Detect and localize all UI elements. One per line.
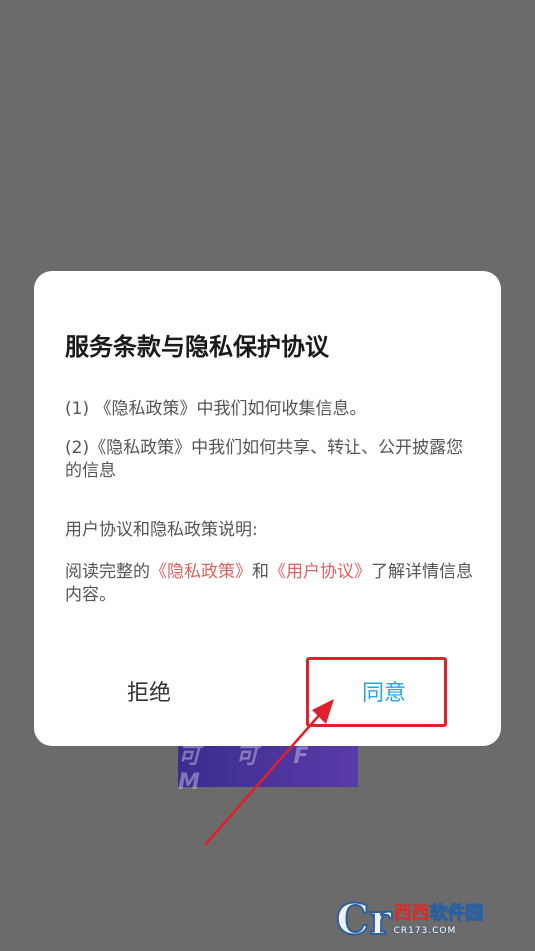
- watermark-logo-letter: Cr: [335, 895, 393, 944]
- site-watermark-logo: Cr 西西软件园 CR173.COM: [335, 895, 518, 944]
- policy-item-1: (1) 《隐私政策》中我们如何收集信息。: [65, 399, 367, 419]
- privacy-agreement-dialog: 服务条款与隐私保护协议 (1) 《隐私政策》中我们如何收集信息。 (2)《隐私政…: [34, 271, 501, 746]
- section-heading: 用户协议和隐私政策说明:: [65, 520, 258, 540]
- and-text: 和: [252, 562, 269, 582]
- policy-item-2: (2)《隐私政策》中我们如何共享、转让、公开披露您的信息: [65, 438, 464, 481]
- watermark-brand-part1: 西西: [393, 902, 430, 924]
- read-instructions: 阅读完整的《隐私政策》和《用户协议》了解详情信息内容。: [65, 561, 475, 607]
- watermark-brand-part2: 软件园: [429, 902, 484, 924]
- screen: 可 可 F M 服务条款与隐私保护协议 (1) 《隐私政策》中我们如何收集信息。…: [0, 0, 535, 951]
- watermark-domain: CR173.COM: [393, 925, 457, 936]
- reject-button[interactable]: 拒绝: [94, 666, 204, 716]
- dialog-title: 服务条款与隐私保护协议: [65, 333, 329, 361]
- user-agreement-link[interactable]: 《用户协议》: [269, 562, 371, 582]
- agree-button[interactable]: 同意: [334, 666, 434, 716]
- read-prefix-text: 阅读完整的: [65, 562, 150, 582]
- watermark-brand: 西西软件园: [393, 902, 485, 924]
- watermark-text-group: 西西软件园 CR173.COM: [393, 902, 485, 936]
- privacy-policy-link[interactable]: 《隐私政策》: [150, 562, 252, 582]
